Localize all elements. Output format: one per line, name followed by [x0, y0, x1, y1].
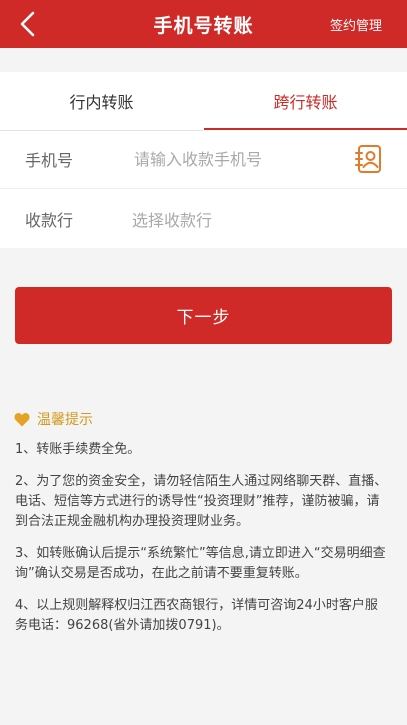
tips-header: 温馨提示: [14, 409, 93, 429]
tip-item: 4、以上规则解释权归江西农商银行，详情可咨询24小时客户服务电话：96268(省…: [15, 598, 378, 633]
tip-item: 2、为了您的资金安全，请勿轻信陌生人通过网络聊天群、直播、电话、短信等方式进行的…: [15, 474, 388, 529]
tip-item: 3、如转账确认后提示“系统繁忙”等信息,请立即进入“交易明细查询”确认交易是否成…: [15, 546, 386, 581]
contact-book-icon[interactable]: [353, 143, 385, 175]
tab-inter-bank[interactable]: 跨行转账: [204, 72, 407, 130]
tip-item: 1、转账手续费全免。: [15, 442, 141, 457]
tab-intra-bank[interactable]: 行内转账: [0, 72, 203, 131]
transfer-form-card: 行内转账 跨行转账 手机号 收款行 选择收款行: [0, 72, 407, 248]
phone-row: 手机号: [0, 130, 407, 189]
phone-input[interactable]: [132, 148, 346, 170]
bank-label: 收款行: [25, 211, 74, 230]
tips-title: 温馨提示: [37, 412, 93, 428]
tips-list: 1、转账手续费全免。 2、为了您的资金安全，请勿轻信陌生人通过网络聊天群、直播、…: [15, 440, 390, 648]
phone-label: 手机号: [25, 151, 74, 170]
heart-icon: [14, 412, 30, 426]
next-step-button[interactable]: 下一步: [15, 287, 392, 344]
bank-select[interactable]: 选择收款行: [132, 207, 212, 231]
contract-management-link[interactable]: 签约管理: [330, 0, 382, 48]
app-header: 手机号转账 签约管理: [0, 0, 407, 48]
bank-row[interactable]: 收款行 选择收款行: [0, 190, 407, 248]
transfer-tabs: 行内转账 跨行转账: [0, 72, 407, 131]
